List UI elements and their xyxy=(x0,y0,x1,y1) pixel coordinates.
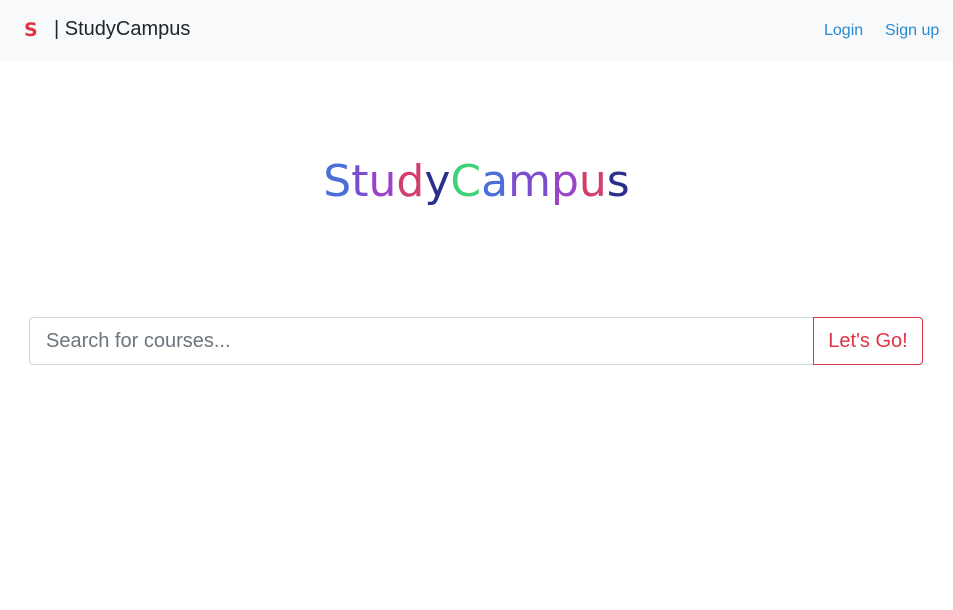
navbar: S | StudyCampus Login Sign up xyxy=(0,0,953,61)
search-form: Let's Go! xyxy=(29,317,923,365)
brand-title[interactable]: | StudyCampus xyxy=(54,17,190,41)
hero-title: StudyCampus xyxy=(0,154,953,210)
hero-letter: u xyxy=(578,156,607,207)
hero-letter: y xyxy=(424,156,451,207)
signup-link[interactable]: Sign up xyxy=(885,21,939,41)
hero-letter: p xyxy=(550,156,579,207)
lets-go-button[interactable]: Let's Go! xyxy=(813,317,923,365)
hero-letter: C xyxy=(450,156,482,207)
brand-logo-icon[interactable]: S xyxy=(24,18,38,42)
hero-letter: t xyxy=(351,156,369,207)
search-input[interactable] xyxy=(29,317,814,365)
hero-letter: d xyxy=(396,156,425,207)
hero-letter: a xyxy=(481,156,509,207)
hero-letter: m xyxy=(508,156,551,207)
hero-letter: S xyxy=(323,156,352,207)
hero-letter: u xyxy=(368,156,397,207)
hero-letter: s xyxy=(606,156,630,207)
login-link[interactable]: Login xyxy=(824,21,863,41)
